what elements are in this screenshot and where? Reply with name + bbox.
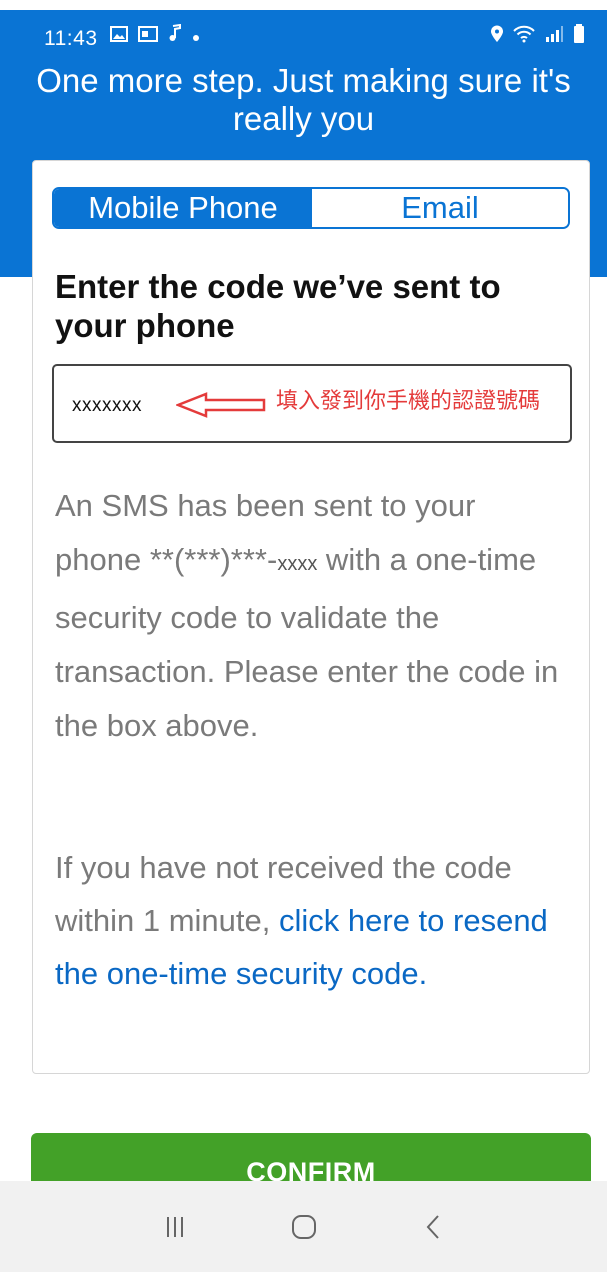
battery-icon	[573, 24, 585, 50]
recent-apps-icon[interactable]	[145, 1197, 205, 1257]
tab-mobile-phone[interactable]: Mobile Phone	[54, 189, 312, 227]
verification-card: Mobile Phone Email Enter the code we’ve …	[32, 160, 590, 1074]
dot-icon	[192, 24, 200, 48]
status-time: 11:43	[44, 27, 98, 50]
music-icon	[168, 23, 182, 48]
notification-icon	[138, 24, 158, 48]
annotation-text: 填入發到你手機的認證號碼	[276, 388, 541, 413]
left-arrow-icon	[174, 391, 266, 424]
code-input-value: xxxxxxx	[72, 395, 142, 416]
code-input[interactable]: xxxxxxx 填入發到你手機的認證號碼	[52, 364, 572, 443]
sms-description: An SMS has been sent to your phone **(**…	[55, 479, 570, 753]
page-title: One more step. Just making sure it's rea…	[36, 62, 571, 137]
system-nav-bar	[0, 1181, 607, 1272]
home-icon[interactable]	[274, 1197, 334, 1257]
form-heading: Enter the code we’ve sent to your phone	[55, 268, 501, 344]
masked-phone-digits: xxxx	[277, 553, 318, 575]
method-tabs: Mobile Phone Email	[52, 187, 570, 229]
status-icons-right	[490, 24, 585, 50]
top-strip	[0, 0, 607, 10]
tab-email[interactable]: Email	[312, 189, 568, 227]
signal-icon	[544, 25, 564, 49]
wifi-icon	[513, 25, 535, 49]
back-icon[interactable]	[403, 1197, 463, 1257]
resend-paragraph: If you have not received the code within…	[55, 841, 570, 1000]
status-icons-left	[110, 23, 200, 48]
status-bar: 11:43	[0, 10, 607, 58]
location-icon	[490, 25, 504, 49]
gallery-icon	[110, 24, 128, 48]
